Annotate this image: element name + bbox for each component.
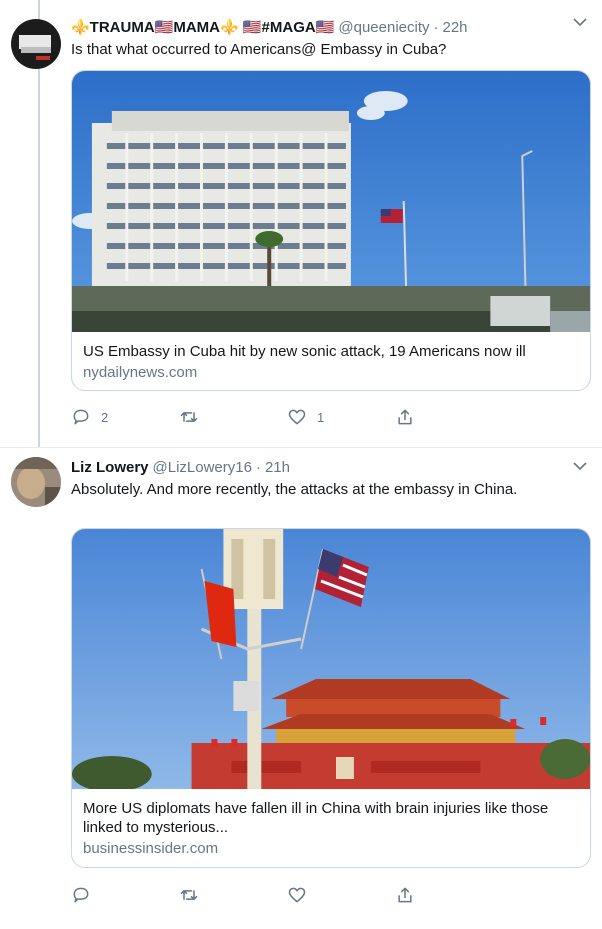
card-title[interactable]: US Embassy in Cuba hit by new sonic atta… bbox=[83, 342, 578, 361]
tweet-actions bbox=[71, 884, 431, 906]
tweet-header: Liz Lowery @LizLowery16 · 21h bbox=[71, 457, 562, 477]
retweet-icon bbox=[180, 890, 198, 900]
share-icon bbox=[398, 887, 412, 903]
separator-dot: · bbox=[433, 18, 439, 36]
retweet-icon bbox=[180, 412, 198, 422]
user-handle[interactable]: @queeniecity bbox=[338, 19, 429, 36]
avatar[interactable] bbox=[11, 457, 61, 507]
link-card[interactable]: US Embassy in Cuba hit by new sonic atta… bbox=[71, 70, 591, 391]
user-handle[interactable]: @LizLowery16 bbox=[153, 459, 252, 476]
tweet-text: Is that what occurred to Americans@ Emba… bbox=[71, 41, 447, 58]
timestamp[interactable]: 21h bbox=[265, 459, 290, 476]
reply-count: 2 bbox=[101, 409, 109, 425]
display-name[interactable]: ⚜️TRAUMA🇺🇸MAMA⚜️ 🇺🇸#MAGA🇺🇸 bbox=[71, 18, 334, 36]
like-count: 1 bbox=[317, 409, 325, 425]
separator-dot: · bbox=[255, 458, 261, 476]
tweet-actions: 2 1 bbox=[71, 406, 431, 428]
retweet-button[interactable] bbox=[179, 884, 287, 906]
share-icon bbox=[398, 409, 412, 425]
reply-icon bbox=[73, 887, 89, 903]
display-name[interactable]: Liz Lowery bbox=[71, 459, 149, 476]
reply-button[interactable] bbox=[71, 884, 179, 906]
card-title[interactable]: More US diplomats have fallen ill in Chi… bbox=[83, 799, 578, 837]
link-card[interactable]: More US diplomats have fallen ill in Chi… bbox=[71, 528, 591, 868]
tweet-header: ⚜️TRAUMA🇺🇸MAMA⚜️ 🇺🇸#MAGA🇺🇸 @queeniecity … bbox=[71, 17, 562, 37]
share-button[interactable] bbox=[395, 884, 425, 906]
like-icon bbox=[288, 409, 306, 425]
like-icon bbox=[288, 887, 306, 903]
reply-button[interactable]: 2 bbox=[71, 406, 179, 428]
avatar[interactable] bbox=[11, 19, 61, 69]
share-button[interactable] bbox=[395, 406, 425, 428]
chevron-down-icon[interactable] bbox=[572, 458, 588, 474]
reply-icon bbox=[73, 409, 89, 425]
tweet[interactable]: Liz Lowery @LizLowery16 · 21h Absolutely… bbox=[0, 448, 602, 929]
tweet-text: Absolutely. And more recently, the attac… bbox=[71, 481, 518, 498]
timestamp[interactable]: 22h bbox=[443, 19, 468, 36]
tweet[interactable]: ⚜️TRAUMA🇺🇸MAMA⚜️ 🇺🇸#MAGA🇺🇸 @queeniecity … bbox=[0, 0, 602, 448]
card-domain[interactable]: nydailynews.com bbox=[83, 363, 578, 383]
card-image bbox=[72, 529, 590, 789]
chevron-down-icon[interactable] bbox=[572, 14, 588, 30]
like-button[interactable]: 1 bbox=[287, 406, 395, 428]
card-image bbox=[72, 71, 590, 332]
card-domain[interactable]: businessinsider.com bbox=[83, 839, 578, 859]
retweet-button[interactable] bbox=[179, 406, 287, 428]
like-button[interactable] bbox=[287, 884, 395, 906]
